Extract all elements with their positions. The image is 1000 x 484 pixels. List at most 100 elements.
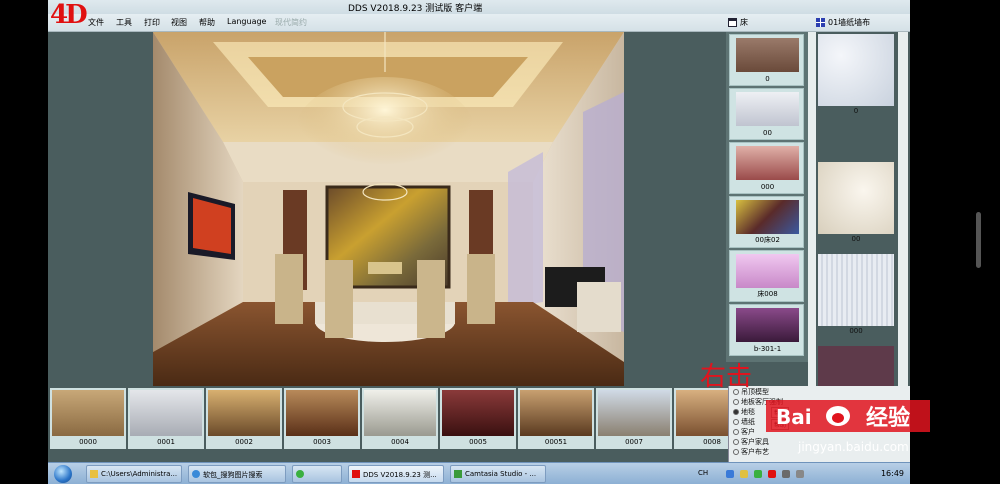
radio-icon	[733, 399, 739, 405]
scene-label: 00051	[544, 438, 568, 446]
furniture-thumbnail	[736, 254, 799, 288]
wall-panel-header[interactable]: 01墙纸墙布	[816, 15, 870, 29]
taskbar-task[interactable]: Camtasia Studio - ...	[450, 465, 546, 483]
input-language[interactable]: CH	[698, 469, 708, 477]
grid-icon	[816, 17, 825, 27]
wallpaper-swatch	[818, 162, 894, 234]
menu-style[interactable]: 现代简约	[275, 17, 307, 28]
taskbar-task-active[interactable]: DDS V2018.9.23 测...	[348, 465, 444, 483]
furniture-item[interactable]: 0	[729, 34, 804, 86]
scene-label: 0005	[469, 438, 487, 446]
baidu-watermark: Bai 经验	[766, 400, 930, 432]
context-menu-label: 客户家具	[741, 438, 769, 446]
camtasia-icon	[454, 470, 462, 478]
furniture-header-label: 床	[740, 17, 748, 27]
menu-tools[interactable]: 工具	[116, 17, 132, 28]
scene-thumbnail	[208, 390, 280, 436]
furniture-label: 0	[765, 75, 770, 83]
volume-icon[interactable]	[796, 470, 804, 478]
dds-tray-icon[interactable]	[768, 470, 776, 478]
wallpaper-item[interactable]: 0	[818, 34, 894, 118]
context-menu-label: 地毯	[741, 408, 755, 416]
scene-thumb-item[interactable]: 0000	[50, 388, 126, 449]
watermark-url: jingyan.baidu.com	[798, 440, 909, 454]
scene-thumbnail	[598, 390, 670, 436]
scene-thumbnail	[520, 390, 592, 436]
scene-thumbnail	[676, 390, 728, 436]
radio-icon	[733, 449, 739, 455]
clock[interactable]: 16:49	[881, 469, 904, 478]
scene-thumb-item[interactable]: 0007	[596, 388, 672, 449]
scene-label: 0002	[235, 438, 253, 446]
scene-thumb-item[interactable]: 0001	[128, 388, 204, 449]
window-title: DDS V2018.9.23 测试版 客户端	[348, 4, 483, 14]
scene-thumb-item[interactable]: 0004	[362, 388, 438, 449]
render-view[interactable]	[48, 32, 726, 386]
furniture-item[interactable]: b-301-1	[729, 304, 804, 356]
context-menu-item[interactable]: 客户布艺	[733, 447, 769, 458]
annotation-text: 右击	[700, 362, 753, 392]
furniture-item[interactable]: 000	[729, 142, 804, 194]
radio-icon	[733, 419, 739, 425]
folder-icon	[90, 470, 98, 478]
screen: DDS V2018.9.23 测试版 客户端 文件 工具 打印 视图 帮助 La…	[0, 0, 1000, 484]
scene-label: 0000	[79, 438, 97, 446]
tray-app-icon[interactable]	[754, 470, 762, 478]
scene-thumb-item[interactable]: 0005	[440, 388, 516, 449]
furniture-item[interactable]: 00	[729, 88, 804, 140]
taskbar-task[interactable]: C:\Users\Administra...	[86, 465, 182, 483]
scene-thumb-item[interactable]: 0008	[674, 388, 728, 449]
taskbar-task[interactable]	[292, 465, 342, 483]
bed-icon	[728, 17, 737, 27]
scene-thumbnail	[286, 390, 358, 436]
wallpaper-label: 0	[853, 107, 859, 115]
furniture-item[interactable]: 00床02	[729, 196, 804, 248]
wallpaper-label: 000	[849, 327, 863, 335]
scene-strip[interactable]: 0000 0001 0002 0003 0004 0005 00051 0007…	[48, 386, 728, 452]
menu-view[interactable]: 视图	[171, 17, 187, 28]
tray-app-icon[interactable]	[782, 470, 790, 478]
tray-app-icon[interactable]	[740, 470, 748, 478]
menu-print[interactable]: 打印	[144, 17, 160, 28]
watermark-suffix: 经验	[866, 405, 910, 431]
context-menu-label: 客户	[741, 428, 755, 436]
furniture-item[interactable]: 床008	[729, 250, 804, 302]
scene-label: 0003	[313, 438, 331, 446]
wallpaper-item[interactable]: 00	[818, 162, 894, 246]
menu-language[interactable]: Language	[227, 17, 266, 26]
scene-thumb-item[interactable]: 0003	[284, 388, 360, 449]
network-icon[interactable]	[726, 470, 734, 478]
wechat-icon	[296, 470, 304, 478]
scene-label: 0007	[625, 438, 643, 446]
watermark-brand: Bai	[776, 405, 812, 429]
furniture-label: 床008	[757, 290, 778, 298]
scene-thumbnail	[130, 390, 202, 436]
start-button[interactable]	[54, 465, 72, 483]
furniture-thumbnail	[736, 200, 799, 234]
wall-header-label: 01墙纸墙布	[828, 17, 871, 27]
radio-icon	[733, 439, 739, 445]
scene-thumbnail	[52, 390, 124, 436]
furniture-panel-header[interactable]: 床	[728, 15, 748, 29]
taskbar: C:\Users\Administra... 软包_搜狗图片搜索 DDS V20…	[48, 462, 910, 484]
wallpaper-item[interactable]: 000	[818, 254, 894, 338]
furniture-thumbnail	[736, 146, 799, 180]
furniture-list[interactable]: 0 00 000 00床02 床008 b-301-1	[726, 32, 808, 362]
wallpaper-item[interactable]	[818, 346, 894, 387]
room-render-image[interactable]	[153, 32, 624, 386]
browser-icon	[192, 470, 200, 478]
menu-file[interactable]: 文件	[88, 17, 104, 28]
furniture-scrollbar[interactable]	[808, 32, 816, 387]
wallpaper-scrollbar[interactable]	[898, 32, 908, 387]
menu-help[interactable]: 帮助	[199, 17, 215, 28]
task-label: Camtasia Studio - ...	[465, 470, 537, 478]
scene-thumb-item[interactable]: 0002	[206, 388, 282, 449]
taskbar-task[interactable]: 软包_搜狗图片搜索	[188, 465, 286, 483]
task-label: C:\Users\Administra...	[101, 470, 178, 478]
scene-label: 0004	[391, 438, 409, 446]
scene-thumb-item[interactable]: 00051	[518, 388, 594, 449]
furniture-label: b-301-1	[753, 345, 782, 353]
furniture-thumbnail	[736, 92, 799, 126]
menu-bar: 文件 工具 打印 视图 帮助 Language 现代简约 床 01墙纸墙布	[48, 14, 910, 32]
wallpaper-list[interactable]: 0 00 000	[816, 32, 896, 387]
